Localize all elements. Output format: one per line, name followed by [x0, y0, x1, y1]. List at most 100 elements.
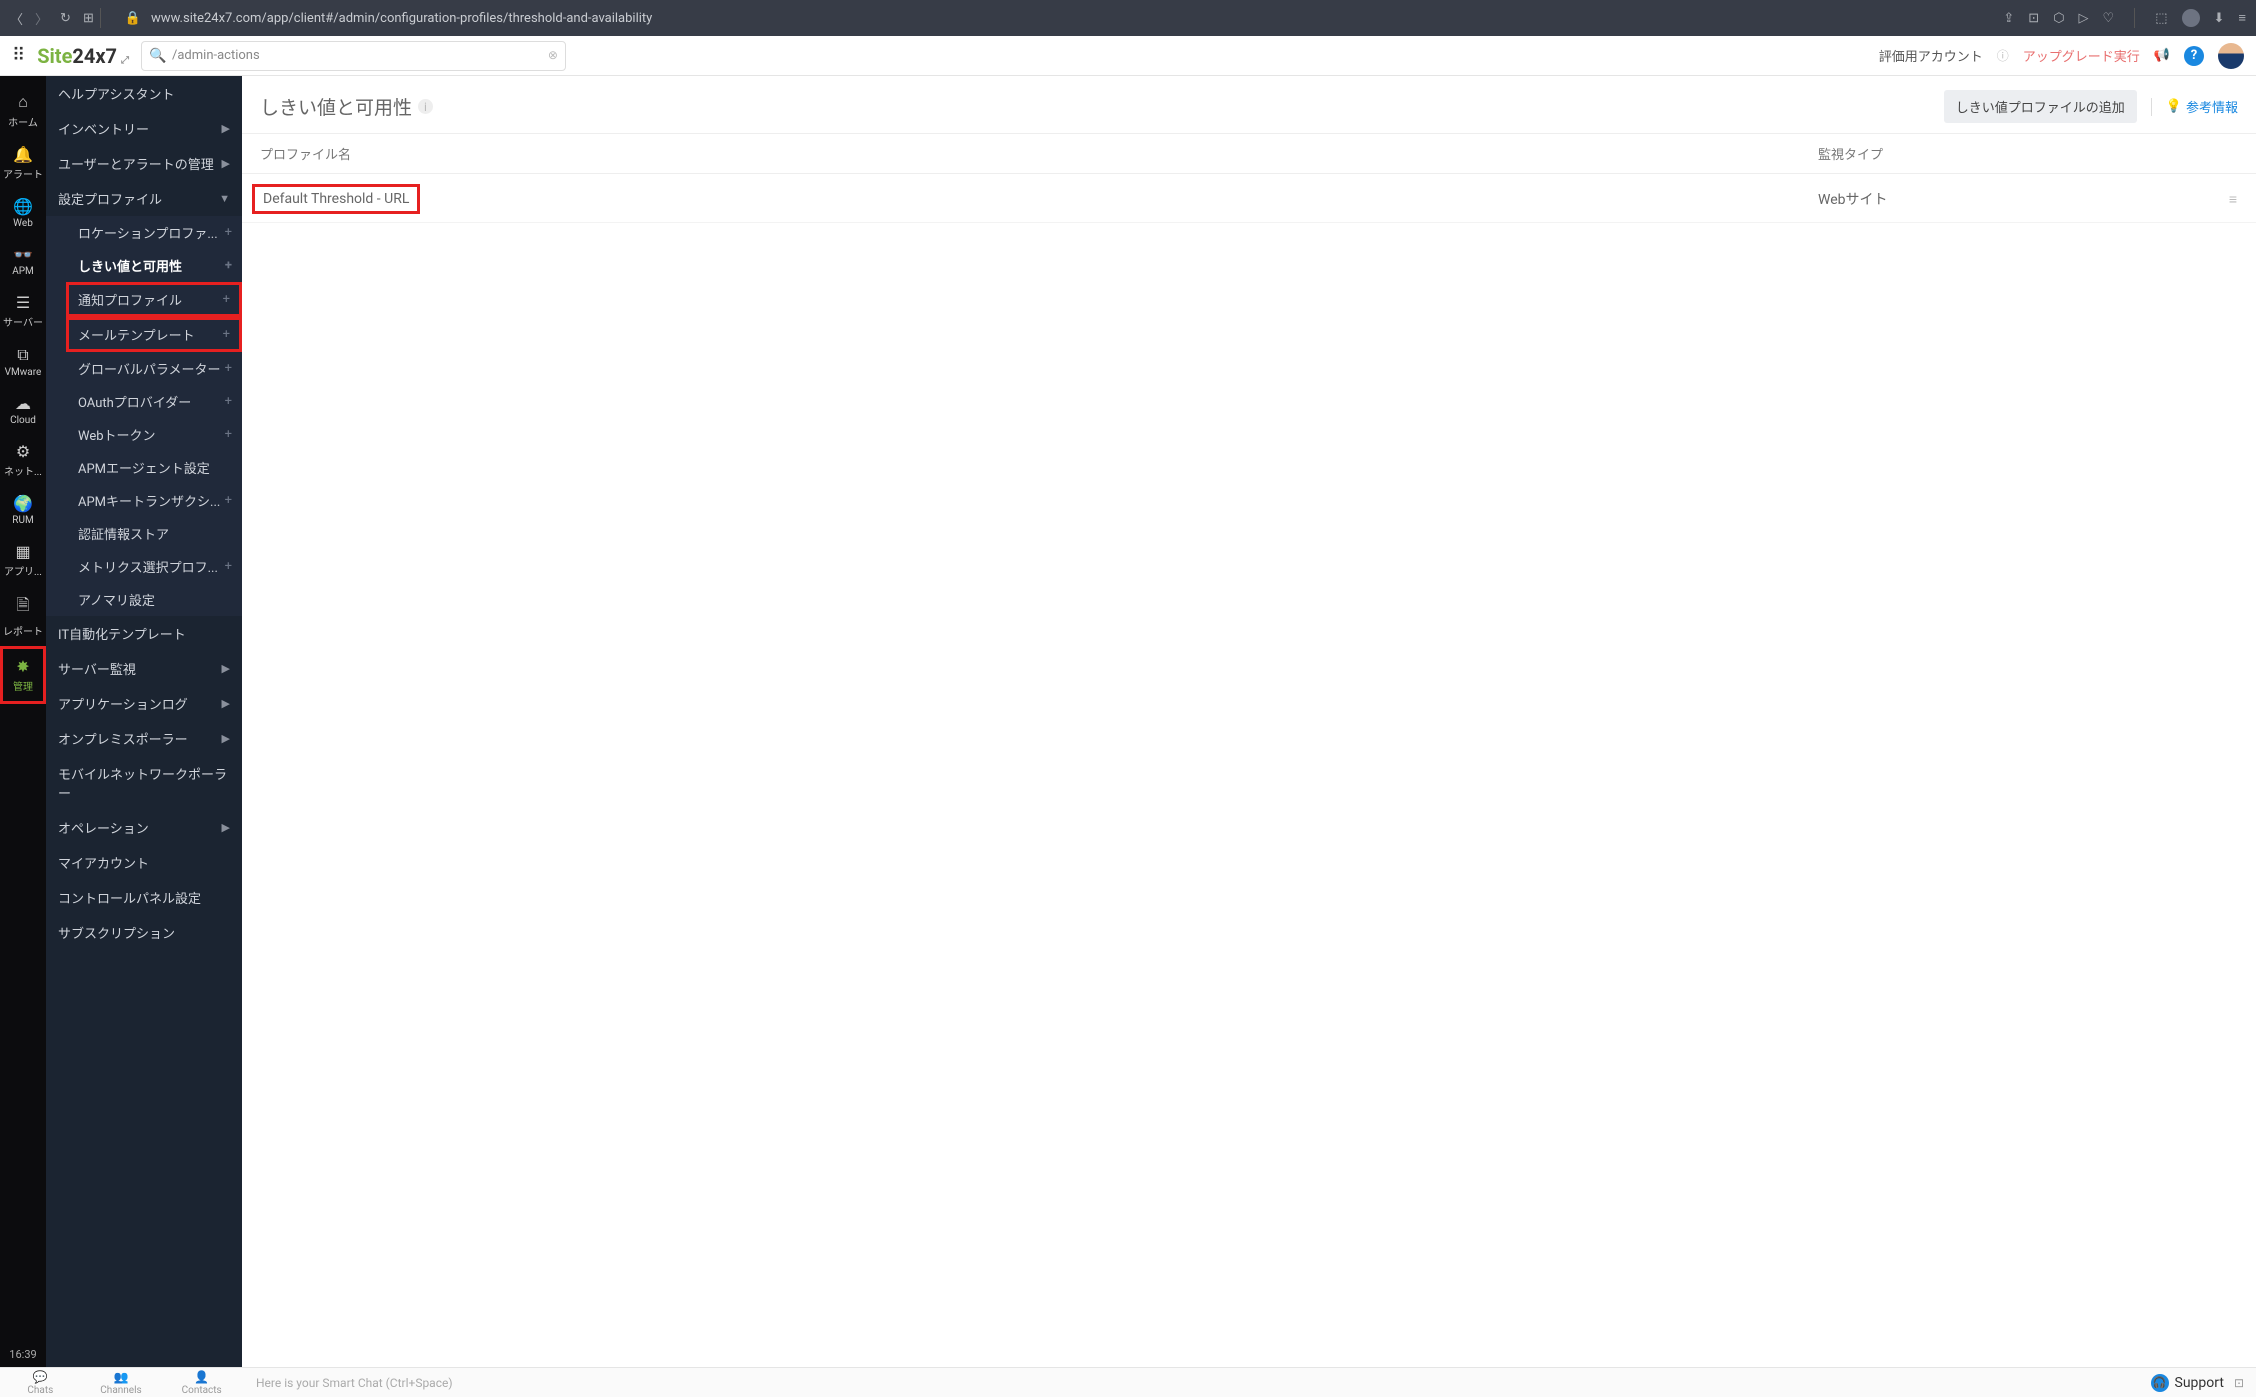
reload-icon[interactable]: ↻: [60, 11, 71, 26]
rail-item-アラート[interactable]: 🔔アラート: [0, 137, 46, 189]
rail-item-アプリ...[interactable]: ▦アプリ...: [0, 534, 46, 586]
rail-item-APM[interactable]: 👓APM: [0, 237, 46, 285]
plus-icon[interactable]: +: [225, 258, 232, 273]
sidebar-item-ヘルプアシスタント[interactable]: ヘルプアシスタント: [46, 76, 242, 111]
sidebar-item-マイアカウント[interactable]: マイアカウント: [46, 845, 242, 880]
sidebar-item-アプリケーションログ[interactable]: アプリケーションログ▶: [46, 686, 242, 721]
info-icon[interactable]: i: [418, 99, 433, 114]
bottom-tab-Contacts[interactable]: 👤Contacts: [161, 1368, 242, 1397]
apps-icon[interactable]: ⊞: [83, 11, 94, 26]
clear-icon[interactable]: ⊗: [548, 48, 558, 62]
browser-right-icons: ⇪ ⊡ ⬡ ▷ ♡ ⬚ ⬇ ≡: [2003, 8, 2246, 28]
sidebar-config-header[interactable]: 設定プロファイル▼: [46, 181, 242, 216]
sidebar-item-label: しきい値と可用性: [78, 256, 182, 275]
back-icon[interactable]: 〈: [10, 9, 23, 28]
sidebar-item-認証情報ストア[interactable]: 認証情報ストア: [66, 517, 242, 550]
sidebar-item-サーバー監視[interactable]: サーバー監視▶: [46, 651, 242, 686]
logo[interactable]: Site24x7⤢: [37, 44, 129, 68]
sidebar-item-モバイルネットワークポーラー[interactable]: モバイルネットワークポーラー: [46, 756, 242, 810]
expand-icon[interactable]: ⤢: [121, 55, 129, 66]
support-button[interactable]: 🎧 Support: [2151, 1374, 2224, 1392]
bottom-bar: 💬Chats👥Channels👤Contacts Here is your Sm…: [0, 1367, 2256, 1397]
settings-icon[interactable]: ≡: [2238, 10, 2246, 26]
plus-icon[interactable]: +: [225, 427, 232, 442]
rail-item-Web[interactable]: 🌐Web: [0, 189, 46, 237]
rail-item-サーバー[interactable]: ☰サーバー: [0, 285, 46, 337]
reference-link[interactable]: 💡 参考情報: [2166, 97, 2238, 116]
tab-icon: 👥: [114, 1370, 129, 1384]
play-icon[interactable]: ▷: [2079, 11, 2089, 26]
camera-icon[interactable]: ⊡: [2028, 11, 2039, 26]
sidebar-item-APMキートランザクシ...[interactable]: APMキートランザクシ...+: [66, 484, 242, 517]
rail-item-ネット...[interactable]: ⚙ネット...: [0, 434, 46, 486]
plus-icon[interactable]: +: [223, 292, 230, 307]
rail-item-VMware[interactable]: ⧉VMware: [0, 337, 46, 386]
sidebar-item-Webトークン[interactable]: Webトークン+: [66, 418, 242, 451]
share-icon[interactable]: ⇪: [2003, 11, 2014, 26]
avatar[interactable]: [2218, 43, 2244, 69]
url-bar[interactable]: 🔒 www.site24x7.com/app/client#/admin/con…: [125, 11, 2004, 26]
plus-icon[interactable]: +: [225, 394, 232, 409]
plus-icon[interactable]: +: [223, 327, 230, 342]
sidebar-item-アノマリ設定[interactable]: アノマリ設定: [66, 583, 242, 616]
add-threshold-button[interactable]: しきい値プロファイルの追加: [1944, 90, 2137, 123]
table-row[interactable]: Default Threshold - URLWebサイト≡: [242, 174, 2256, 223]
rail-item-Cloud[interactable]: ☁ Cloud: [0, 386, 46, 434]
support-icon: 🎧: [2151, 1374, 2169, 1392]
sidebar-item-インベントリー[interactable]: インベントリー▶: [46, 111, 242, 146]
sidebar-item-メールテンプレート[interactable]: メールテンプレート+: [66, 317, 242, 352]
help-icon[interactable]: ?: [2184, 46, 2204, 66]
more-icon[interactable]: ≡: [2229, 192, 2238, 208]
announce-icon[interactable]: 📢: [2154, 48, 2170, 63]
plus-icon[interactable]: +: [225, 361, 232, 376]
rail-item-レポート[interactable]: 🗎レポート: [0, 586, 46, 646]
sidebar-item-コントロールパネル設定[interactable]: コントロールパネル設定: [46, 880, 242, 915]
download-icon[interactable]: ⬇: [2214, 11, 2225, 26]
bottom-tab-Chats[interactable]: 💬Chats: [0, 1368, 81, 1397]
rail-time: 16:39: [9, 1340, 36, 1367]
smart-chat-hint[interactable]: Here is your Smart Chat (Ctrl+Space): [242, 1376, 453, 1390]
plus-icon[interactable]: +: [225, 559, 232, 574]
rail-label: RUM: [12, 515, 33, 526]
cube-icon[interactable]: ⬚: [2155, 11, 2167, 26]
info-icon[interactable]: ⓘ: [1997, 47, 2009, 64]
rail-icon: ⌂: [18, 92, 28, 112]
feedback-icon[interactable]: ⊡: [2234, 1376, 2244, 1390]
sidebar-item-メトリクス選択プロフ...[interactable]: メトリクス選択プロフ...+: [66, 550, 242, 583]
table-header: プロファイル名 監視タイプ: [242, 134, 2256, 174]
forward-icon[interactable]: 〉: [35, 9, 48, 28]
sidebar-item-label: アプリケーションログ: [58, 694, 188, 713]
rail-label: ホーム: [8, 114, 38, 129]
rail-label: Cloud: [10, 415, 36, 426]
rail-label: アプリ...: [4, 563, 42, 578]
rail-item-ホーム[interactable]: ⌂ ホーム: [0, 84, 46, 137]
sidebar-item-グローバルパラメーター[interactable]: グローバルパラメーター+: [66, 352, 242, 385]
sidebar-item-オンプレミスポーラー[interactable]: オンプレミスポーラー▶: [46, 721, 242, 756]
sidebar-item-サブスクリプション[interactable]: サブスクリプション: [46, 915, 242, 950]
heart-icon[interactable]: ♡: [2103, 11, 2115, 26]
sidebar-item-オペレーション[interactable]: オペレーション▶: [46, 810, 242, 845]
sidebar-item-ユーザーとアラートの管理[interactable]: ユーザーとアラートの管理▶: [46, 146, 242, 181]
plus-icon[interactable]: +: [225, 225, 232, 240]
sidebar-item-ロケーションプロファ...[interactable]: ロケーションプロファ...+: [66, 216, 242, 249]
rail-item-管理[interactable]: ✸管理: [0, 646, 46, 704]
tab-label: Chats: [27, 1385, 53, 1396]
plus-icon[interactable]: +: [225, 493, 232, 508]
rail-icon: 👓: [13, 245, 33, 264]
profile-name[interactable]: Default Threshold - URL: [252, 184, 420, 214]
profile-icon[interactable]: [2182, 9, 2200, 27]
sidebar-item-APMエージェント設定[interactable]: APMエージェント設定: [66, 451, 242, 484]
sidebar-item-OAuthプロバイダー[interactable]: OAuthプロバイダー+: [66, 385, 242, 418]
sidebar-item-IT自動化テンプレート[interactable]: IT自動化テンプレート: [46, 616, 242, 651]
header-actions: しきい値プロファイルの追加 💡 参考情報: [1944, 90, 2238, 123]
search-input[interactable]: [141, 41, 566, 71]
bottom-tab-Channels[interactable]: 👥Channels: [81, 1368, 162, 1397]
grid-menu-icon[interactable]: ⠿: [12, 45, 25, 66]
rail-item-RUM[interactable]: 🌍RUM: [0, 486, 46, 534]
shield-icon[interactable]: ⬡: [2053, 11, 2064, 26]
upgrade-link[interactable]: アップグレード実行: [2023, 46, 2140, 65]
sidebar-item-通知プロファイル[interactable]: 通知プロファイル+: [66, 282, 242, 317]
rail-icon: ☁: [15, 394, 31, 413]
sidebar-item-しきい値と可用性[interactable]: しきい値と可用性 +: [66, 249, 242, 282]
tab-icon: 💬: [33, 1370, 48, 1384]
